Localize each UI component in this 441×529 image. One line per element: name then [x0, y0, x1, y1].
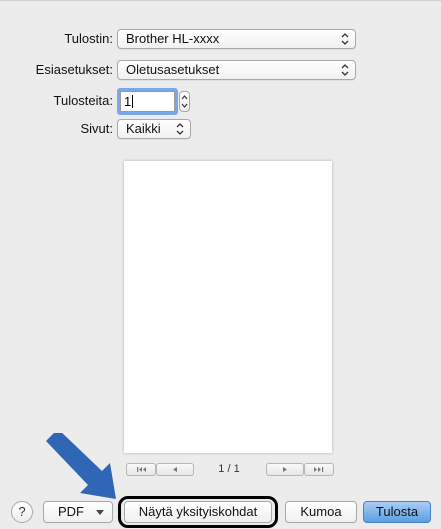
- presets-popup[interactable]: Oletusasetukset: [117, 60, 356, 80]
- print-label: Tulosta: [375, 504, 419, 519]
- copies-label: Tulosteita:: [53, 93, 114, 108]
- cancel-label: Kumoa: [300, 504, 342, 519]
- pdf-label: PDF: [58, 504, 84, 519]
- updown-chevron-icon: [176, 123, 184, 135]
- presets-value: Oletusasetukset: [126, 62, 220, 77]
- printer-value: Brother HL-xxxx: [126, 31, 220, 46]
- pdf-menu-button[interactable]: PDF: [43, 501, 113, 523]
- copies-field[interactable]: 1: [120, 91, 175, 112]
- callout-highlight: [118, 496, 278, 528]
- previous-page-button[interactable]: [156, 463, 194, 476]
- next-page-button[interactable]: [266, 463, 304, 476]
- previous-page-icon: [173, 467, 177, 472]
- updown-chevron-icon: [181, 95, 188, 108]
- help-button[interactable]: ?: [11, 501, 33, 523]
- copies-value: 1: [124, 94, 132, 109]
- print-preview-page: [124, 161, 332, 453]
- first-page-button[interactable]: [126, 463, 156, 476]
- cancel-button[interactable]: Kumoa: [285, 501, 357, 523]
- page-indicator: 1 / 1: [218, 463, 240, 475]
- callout-arrow-icon: [46, 433, 116, 499]
- print-button[interactable]: Tulosta: [363, 501, 431, 523]
- updown-chevron-icon: [341, 33, 349, 45]
- copies-stepper[interactable]: [179, 91, 190, 112]
- help-icon: ?: [18, 504, 26, 519]
- presets-label: Esiasetukset:: [35, 62, 113, 77]
- dropdown-triangle-icon: [96, 510, 104, 515]
- printer-popup[interactable]: Brother HL-xxxx: [117, 29, 356, 49]
- first-page-icon: [137, 467, 146, 472]
- last-page-icon: [314, 467, 324, 472]
- last-page-button[interactable]: [304, 463, 334, 476]
- pages-label: Sivut:: [80, 121, 113, 136]
- pages-popup[interactable]: Kaikki: [117, 119, 191, 139]
- updown-chevron-icon: [341, 64, 349, 76]
- print-dialog: Tulostin: Brother HL-xxxx Esiasetukset: …: [0, 0, 441, 529]
- next-page-icon: [283, 467, 287, 472]
- printer-label: Tulostin:: [64, 31, 113, 46]
- pages-value: Kaikki: [126, 121, 161, 136]
